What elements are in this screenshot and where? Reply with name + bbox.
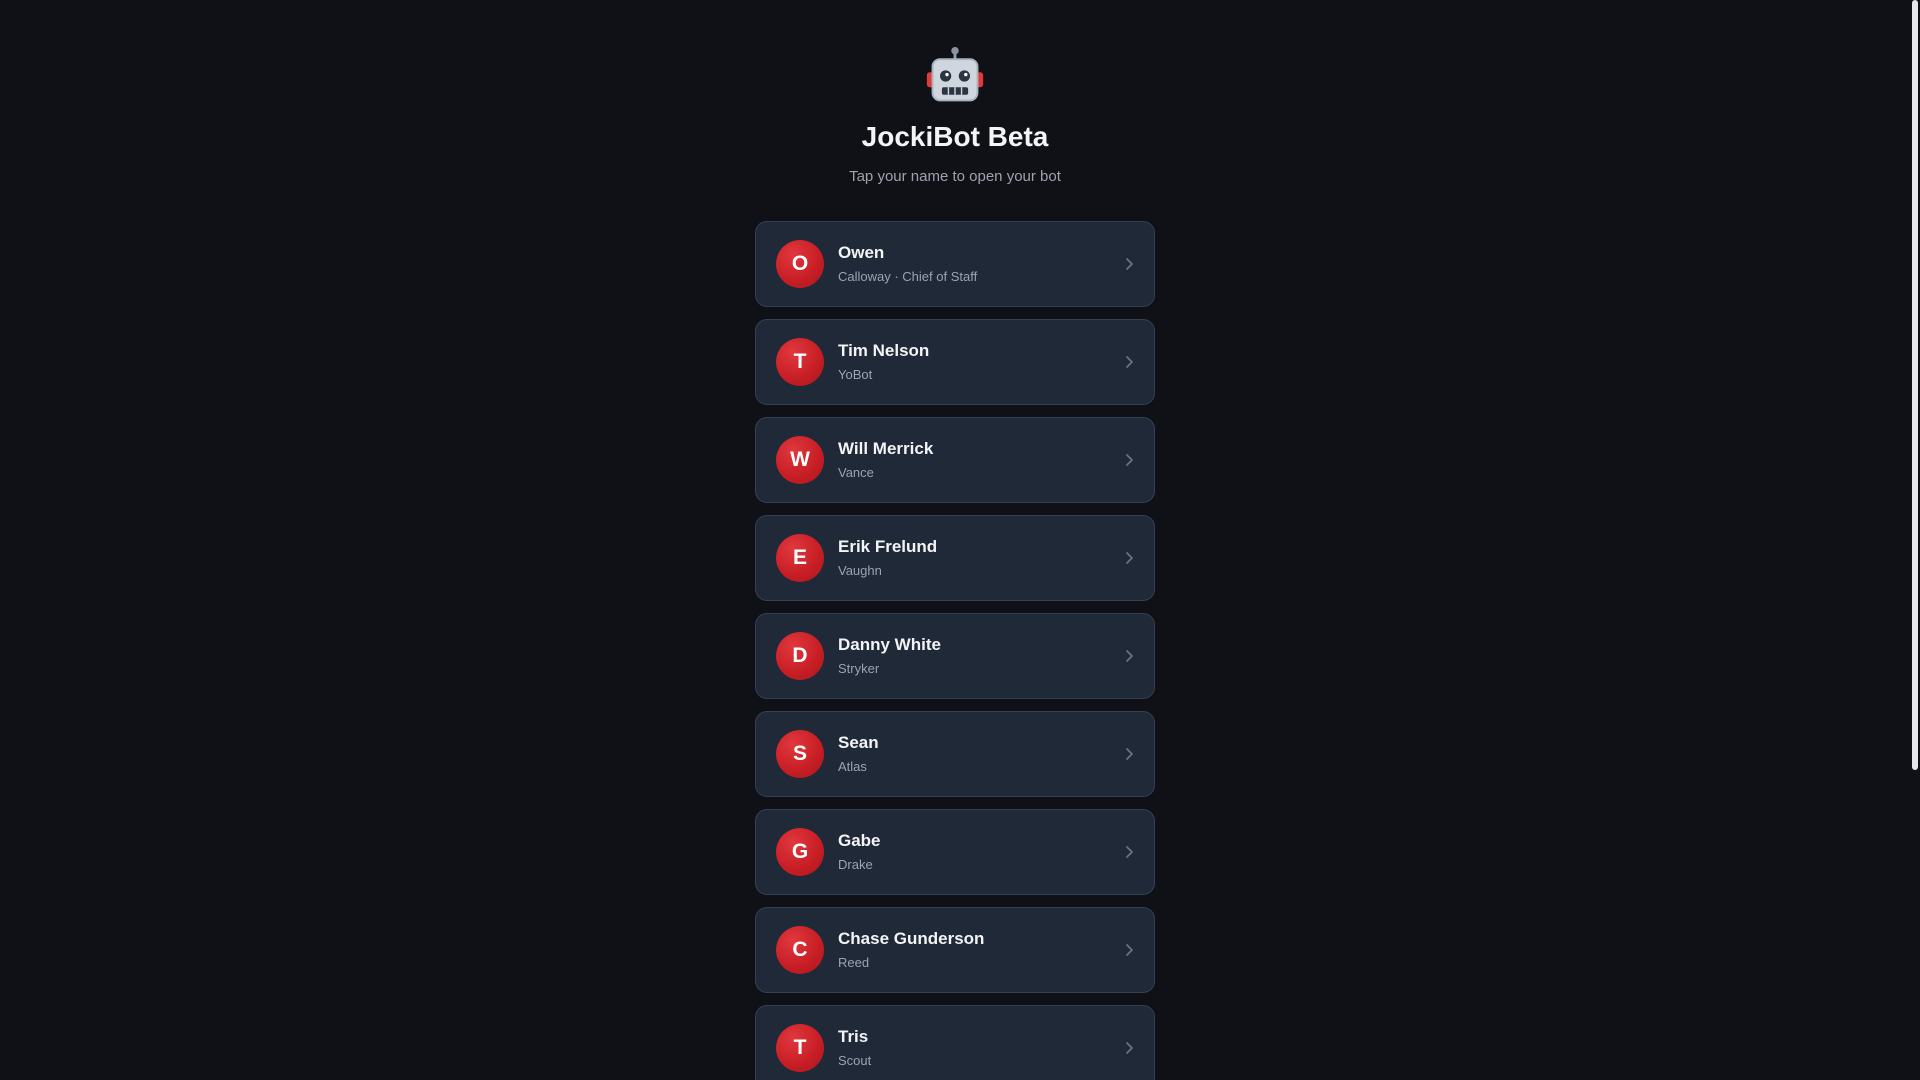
user-info: Gabe Drake [838, 830, 881, 874]
user-card[interactable]: E Erik Frelund Vaughn [755, 515, 1155, 601]
user-subtitle: Reed [838, 955, 870, 970]
chevron-right-icon [1126, 944, 1133, 956]
chevron-right-icon [1126, 258, 1133, 270]
user-subtitle: Scout [838, 1053, 872, 1068]
user-subtitle: Drake [838, 857, 873, 872]
page-subtitle: Tap your name to open your bot [849, 168, 1061, 185]
scrollbar-thumb[interactable] [1912, 0, 1918, 770]
avatar: O [776, 240, 824, 288]
avatar: T [776, 1024, 824, 1072]
chevron-right-icon [1126, 1042, 1133, 1054]
user-card[interactable]: C Chase Gunderson Reed [755, 907, 1155, 993]
user-name: Tim Nelson [838, 341, 930, 360]
user-info: Will Merrick Vance [838, 438, 933, 482]
user-name: Owen [838, 243, 885, 262]
avatar: E [776, 534, 824, 582]
user-card[interactable]: T Tim Nelson YoBot [755, 319, 1155, 405]
avatar: W [776, 436, 824, 484]
user-info: Tim Nelson YoBot [838, 340, 929, 384]
user-info: Sean Atlas [838, 732, 879, 776]
page: JockiBot Beta Tap your name to open your… [0, 0, 1910, 1080]
user-card[interactable]: W Will Merrick Vance [755, 417, 1155, 503]
user-info: Danny White Stryker [838, 634, 941, 678]
chevron-right-icon [1126, 356, 1133, 368]
user-info: Owen Calloway · Chief of Staff [838, 242, 977, 286]
user-name: Chase Gunderson [838, 929, 985, 948]
chevron-right-icon [1126, 748, 1133, 760]
chevron-right-icon [1126, 650, 1133, 662]
user-subtitle: Atlas [838, 759, 867, 774]
user-name: Will Merrick [838, 439, 934, 458]
avatar: G [776, 828, 824, 876]
user-info: Erik Frelund Vaughn [838, 536, 937, 580]
user-card[interactable]: D Danny White Stryker [755, 613, 1155, 699]
user-card[interactable]: G Gabe Drake [755, 809, 1155, 895]
chevron-right-icon [1126, 552, 1133, 564]
user-name: Danny White [838, 635, 941, 654]
page-title: JockiBot Beta [861, 121, 1049, 152]
user-name: Tris [838, 1027, 869, 1046]
user-subtitle: Vaughn [838, 563, 882, 578]
user-info: Tris Scout [838, 1026, 871, 1070]
header: JockiBot Beta Tap your name to open your… [0, 0, 1910, 187]
avatar: C [776, 926, 824, 974]
user-list: O Owen Calloway · Chief of Staff T Tim N… [755, 221, 1155, 1080]
user-name: Gabe [838, 831, 881, 850]
user-name: Sean [838, 733, 879, 752]
avatar: T [776, 338, 824, 386]
user-name: Erik Frelund [838, 537, 938, 556]
user-info: Chase Gunderson Reed [838, 928, 984, 972]
user-subtitle: Calloway · Chief of Staff [838, 269, 978, 284]
chevron-right-icon [1126, 454, 1133, 466]
user-subtitle: YoBot [838, 367, 873, 382]
avatar: S [776, 730, 824, 778]
user-card[interactable]: T Tris Scout [755, 1005, 1155, 1080]
avatar: D [776, 632, 824, 680]
user-card[interactable]: O Owen Calloway · Chief of Staff [755, 221, 1155, 307]
chevron-right-icon [1126, 846, 1133, 858]
user-subtitle: Stryker [838, 661, 880, 676]
user-subtitle: Vance [838, 465, 874, 480]
robot-icon [926, 46, 984, 102]
user-card[interactable]: S Sean Atlas [755, 711, 1155, 797]
